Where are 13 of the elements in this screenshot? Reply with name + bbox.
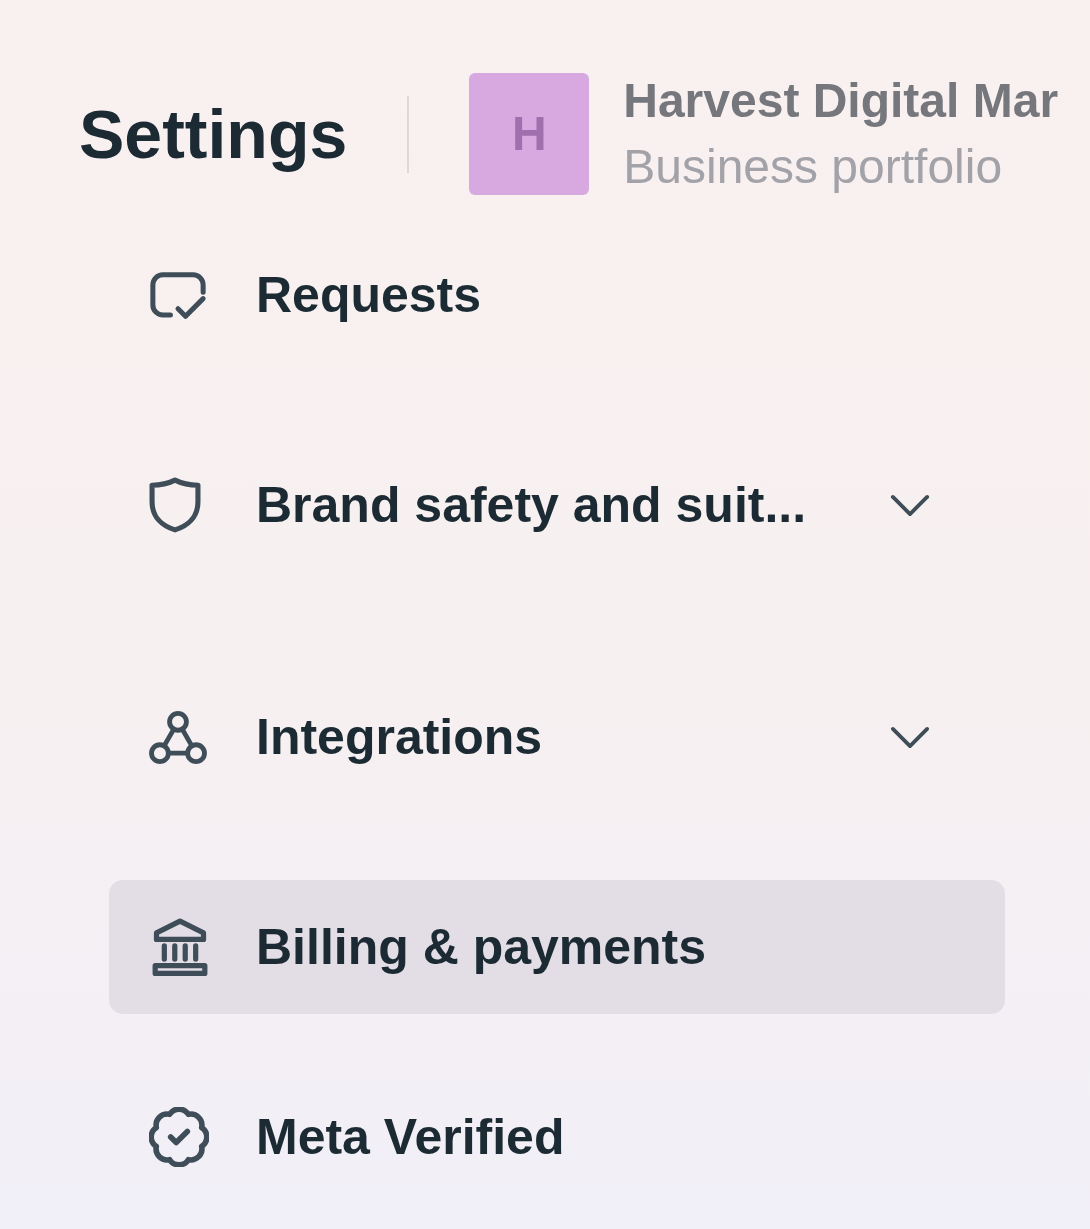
shield-icon <box>149 477 201 533</box>
page-title: Settings <box>79 95 348 174</box>
sidebar-item[interactable]: Billing & payments <box>109 880 1005 1014</box>
badge-check-icon <box>149 1107 209 1167</box>
sidebar-item[interactable]: Requests <box>109 228 1005 362</box>
sidebar-item[interactable]: Brand safety and suit... <box>109 438 1005 572</box>
sidebar-item[interactable]: Integrations <box>109 670 1005 804</box>
nodes-icon <box>149 710 207 764</box>
sidebar-item[interactable]: Meta Verified <box>109 1070 1005 1204</box>
avatar: H <box>469 73 590 195</box>
account-subtitle: Business portfolio <box>623 139 1004 195</box>
square-check-icon <box>149 270 207 320</box>
account-name: Harvest Digital Mar <box>623 73 1059 129</box>
